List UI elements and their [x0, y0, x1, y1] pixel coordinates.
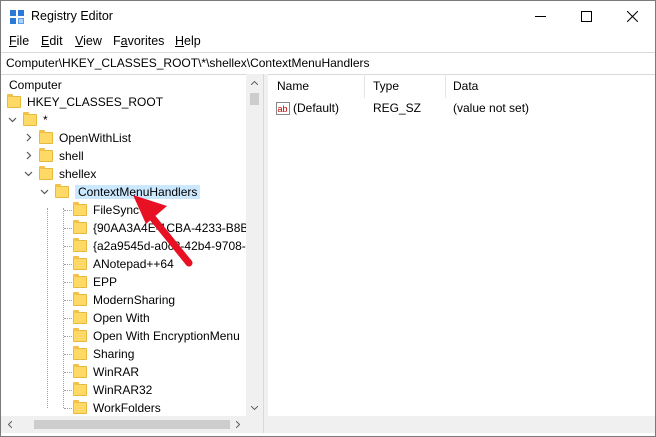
- folder-icon: [73, 346, 87, 360]
- tree-item-contextmenuhandlers[interactable]: ContextMenuHandlers: [55, 183, 201, 201]
- tree-item-computer[interactable]: Computer: [9, 76, 62, 94]
- tree-item-handler[interactable]: WinRAR: [64, 363, 139, 381]
- chevron-down-icon[interactable]: [40, 187, 49, 196]
- tree-guide-line: [64, 318, 72, 319]
- address-text[interactable]: Computer\HKEY_CLASSES_ROOT\*\shellex\Con…: [6, 56, 370, 70]
- folder-icon: [23, 112, 37, 126]
- scroll-left-button[interactable]: [1, 416, 18, 433]
- values-list: Name Type Data ab (Default) REG_SZ (valu…: [267, 74, 655, 416]
- string-value-icon: ab: [276, 102, 290, 115]
- chevron-up-icon: [251, 80, 258, 85]
- tree-guide-line: [64, 300, 72, 301]
- column-header-type[interactable]: Type: [373, 79, 399, 93]
- value-type: REG_SZ: [373, 101, 422, 115]
- tree-horizontal-scrollbar[interactable]: [1, 416, 263, 433]
- menu-file[interactable]: File: [9, 34, 29, 48]
- registry-editor-window: Registry Editor File Edit View Favorites…: [0, 0, 656, 437]
- tree-guide-line: [64, 372, 72, 373]
- chevron-right-icon[interactable]: [24, 151, 33, 160]
- scroll-down-button[interactable]: [246, 399, 263, 416]
- folder-icon: [73, 364, 87, 378]
- menu-view[interactable]: View: [75, 34, 102, 48]
- tree-item-openwithlist[interactable]: OpenWithList: [39, 129, 131, 147]
- maximize-icon: [580, 11, 592, 22]
- menu-help[interactable]: Help: [175, 34, 201, 48]
- address-bar[interactable]: Computer\HKEY_CLASSES_ROOT\*\shellex\Con…: [1, 52, 655, 75]
- tree-item-star[interactable]: *: [23, 111, 48, 129]
- scrollbar-thumb[interactable]: [250, 93, 259, 105]
- tree-item-handler[interactable]: {90AA3A4E-1CBA-4233-B8BB-: [64, 219, 260, 237]
- tree-guide-line: [64, 210, 72, 211]
- tree-guide-line: [64, 228, 72, 229]
- tree-guide-line: [64, 282, 72, 283]
- registry-editor-icon: [10, 10, 24, 24]
- menu-favorites[interactable]: Favorites: [113, 34, 164, 48]
- chevron-right-icon: [235, 421, 240, 428]
- folder-icon: [73, 292, 87, 306]
- tree-guide-line: [64, 246, 72, 247]
- column-divider[interactable]: [364, 74, 365, 98]
- values-horizontal-scrollbar[interactable]: [267, 416, 655, 433]
- tree-item-shellex[interactable]: shellex: [39, 165, 96, 183]
- chevron-right-icon[interactable]: [24, 133, 33, 142]
- tree-item-handler[interactable]: Open With: [64, 309, 150, 327]
- tree-item-handler[interactable]: EPP: [64, 273, 117, 291]
- minimize-button[interactable]: [517, 1, 563, 32]
- tree-guide-line: [64, 336, 72, 337]
- scroll-up-button[interactable]: [246, 74, 263, 91]
- value-name: (Default): [293, 101, 340, 115]
- window-title: Registry Editor: [31, 9, 113, 23]
- folder-icon: [73, 220, 87, 234]
- scrollbar-thumb[interactable]: [34, 420, 230, 429]
- folder-icon: [73, 238, 87, 252]
- menu-edit[interactable]: Edit: [41, 34, 63, 48]
- folder-icon: [73, 328, 87, 342]
- folder-icon: [39, 148, 53, 162]
- tree-item-hkcr[interactable]: HKEY_CLASSES_ROOT: [7, 93, 163, 111]
- chevron-down-icon[interactable]: [24, 169, 33, 178]
- tree-item-shell[interactable]: shell: [39, 147, 84, 165]
- title-bar: Registry Editor: [1, 1, 655, 32]
- tree-item-handler[interactable]: ANotepad++64: [64, 255, 174, 273]
- close-button[interactable]: [609, 1, 655, 32]
- chevron-down-icon: [251, 405, 258, 410]
- folder-icon: [73, 274, 87, 288]
- menu-bar: File Edit View Favorites Help: [1, 32, 655, 52]
- svg-text:ab: ab: [278, 104, 288, 114]
- tree-vertical-scrollbar[interactable]: [246, 74, 263, 416]
- folder-icon: [39, 130, 53, 144]
- chevron-left-icon: [7, 421, 12, 428]
- tree-item-handler[interactable]: WinRAR32: [64, 381, 152, 399]
- value-data: (value not set): [453, 101, 530, 115]
- column-divider[interactable]: [445, 74, 446, 98]
- tree-guide-line: [64, 390, 72, 391]
- tree-item-handler[interactable]: WorkFolders: [64, 399, 161, 416]
- folder-icon: [73, 382, 87, 396]
- folder-icon: [73, 256, 87, 270]
- column-header-name[interactable]: Name: [277, 79, 309, 93]
- folder-icon: [73, 400, 87, 414]
- scroll-right-button[interactable]: [229, 416, 246, 433]
- maximize-button[interactable]: [563, 1, 609, 32]
- folder-icon: [39, 166, 53, 180]
- tree-item-handler[interactable]: Sharing: [64, 345, 134, 363]
- folder-icon: [7, 94, 21, 108]
- tree-guide-line: [47, 208, 48, 408]
- tree-guide-line: [63, 208, 64, 408]
- close-icon: [626, 11, 638, 22]
- column-header-data[interactable]: Data: [453, 79, 478, 93]
- folder-icon: [73, 310, 87, 324]
- tree-guide-line: [64, 354, 72, 355]
- minimize-icon: [534, 16, 546, 17]
- tree-item-handler[interactable]: FileSync: [64, 201, 139, 219]
- folder-icon: [55, 184, 69, 198]
- folder-icon: [73, 202, 87, 216]
- chevron-down-icon[interactable]: [8, 115, 17, 124]
- tree-item-handler[interactable]: {a2a9545d-a0c2-42b4-9708-a0: [64, 237, 259, 255]
- tree-item-handler[interactable]: ModernSharing: [64, 291, 175, 309]
- registry-tree: Computer HKEY_CLASSES_ROOT * OpenWithLis…: [1, 74, 263, 416]
- tree-guide-line: [64, 264, 72, 265]
- tree-guide-line: [64, 408, 72, 409]
- tree-item-handler[interactable]: Open With EncryptionMenu: [64, 327, 240, 345]
